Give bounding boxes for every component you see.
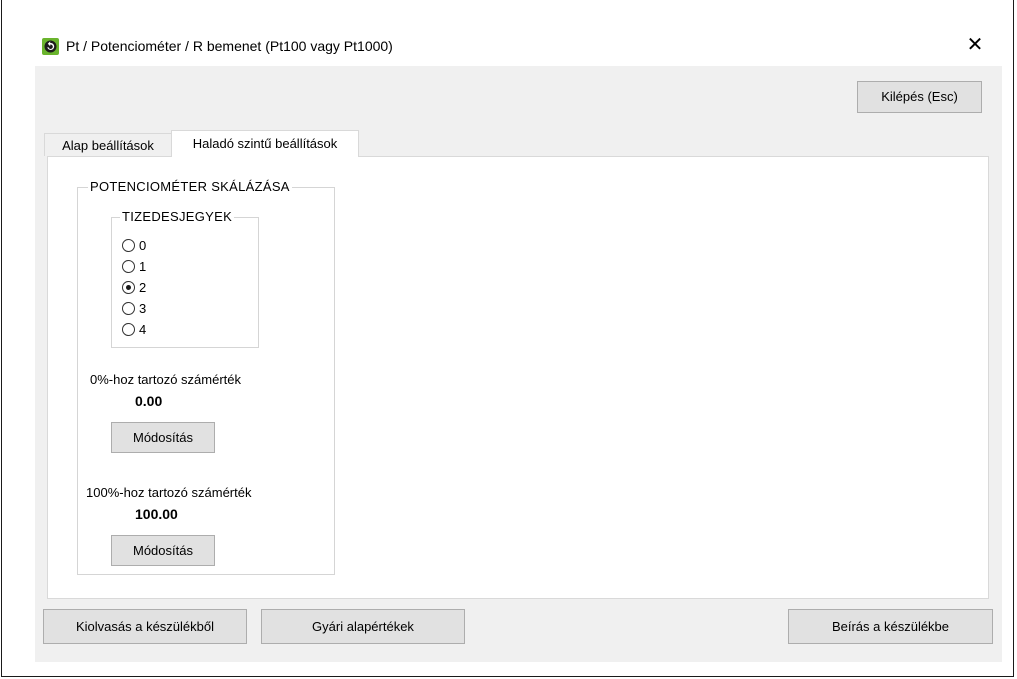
app-logo-icon [42,38,59,55]
write-to-device-button[interactable]: Beírás a készülékbe [788,609,993,644]
potentiometer-scaling-group: POTENCIOMÉTER SKÁLÁZÁSA TIZEDESJEGYEK 0 … [77,179,335,575]
full-percent-value: 100.00 [135,506,178,522]
modify-zero-button[interactable]: Módosítás [111,422,215,453]
dialog-window: Pt / Potenciométer / R bemenet (Pt100 va… [1,0,1014,677]
tab-basic-settings[interactable]: Alap beállítások [44,133,172,156]
radio-label: 2 [139,280,147,295]
modify-full-button[interactable]: Módosítás [111,535,215,566]
radio-circle [122,302,135,315]
radio-selected-dot [126,285,131,290]
radio-circle [122,323,135,336]
tab-advanced-settings[interactable]: Haladó szintű beállítások [171,130,359,157]
factory-defaults-button[interactable]: Gyári alapértékek [261,609,465,644]
decimals-group: TIZEDESJEGYEK 0 1 2 3 4 [111,209,259,348]
zero-percent-label: 0%-hoz tartozó számérték [90,372,242,387]
exit-button[interactable]: Kilépés (Esc) [857,81,982,113]
radio-label: 3 [139,301,147,316]
radio-circle-selected [122,281,135,294]
title-bar: Pt / Potenciométer / R bemenet (Pt100 va… [2,0,1013,64]
read-from-device-button[interactable]: Kiolvasás a készülékből [43,609,247,644]
zero-percent-value: 0.00 [135,393,163,409]
radio-label: 0 [139,238,147,253]
full-percent-label: 100%-hoz tartozó számérték [86,485,252,500]
close-icon[interactable]: ✕ [960,30,990,60]
tab-panel-advanced: POTENCIOMÉTER SKÁLÁZÁSA TIZEDESJEGYEK 0 … [47,156,989,599]
radio-circle [122,239,135,252]
potentiometer-scaling-title: POTENCIOMÉTER SKÁLÁZÁSA [88,179,292,195]
window-title: Pt / Potenciométer / R bemenet (Pt100 va… [66,38,393,54]
client-area: Kilépés (Esc) Alap beállítások Haladó sz… [35,66,1002,662]
radio-label: 4 [139,322,147,337]
decimals-title: TIZEDESJEGYEK [120,209,235,225]
radio-label: 1 [139,259,147,274]
radio-circle [122,260,135,273]
